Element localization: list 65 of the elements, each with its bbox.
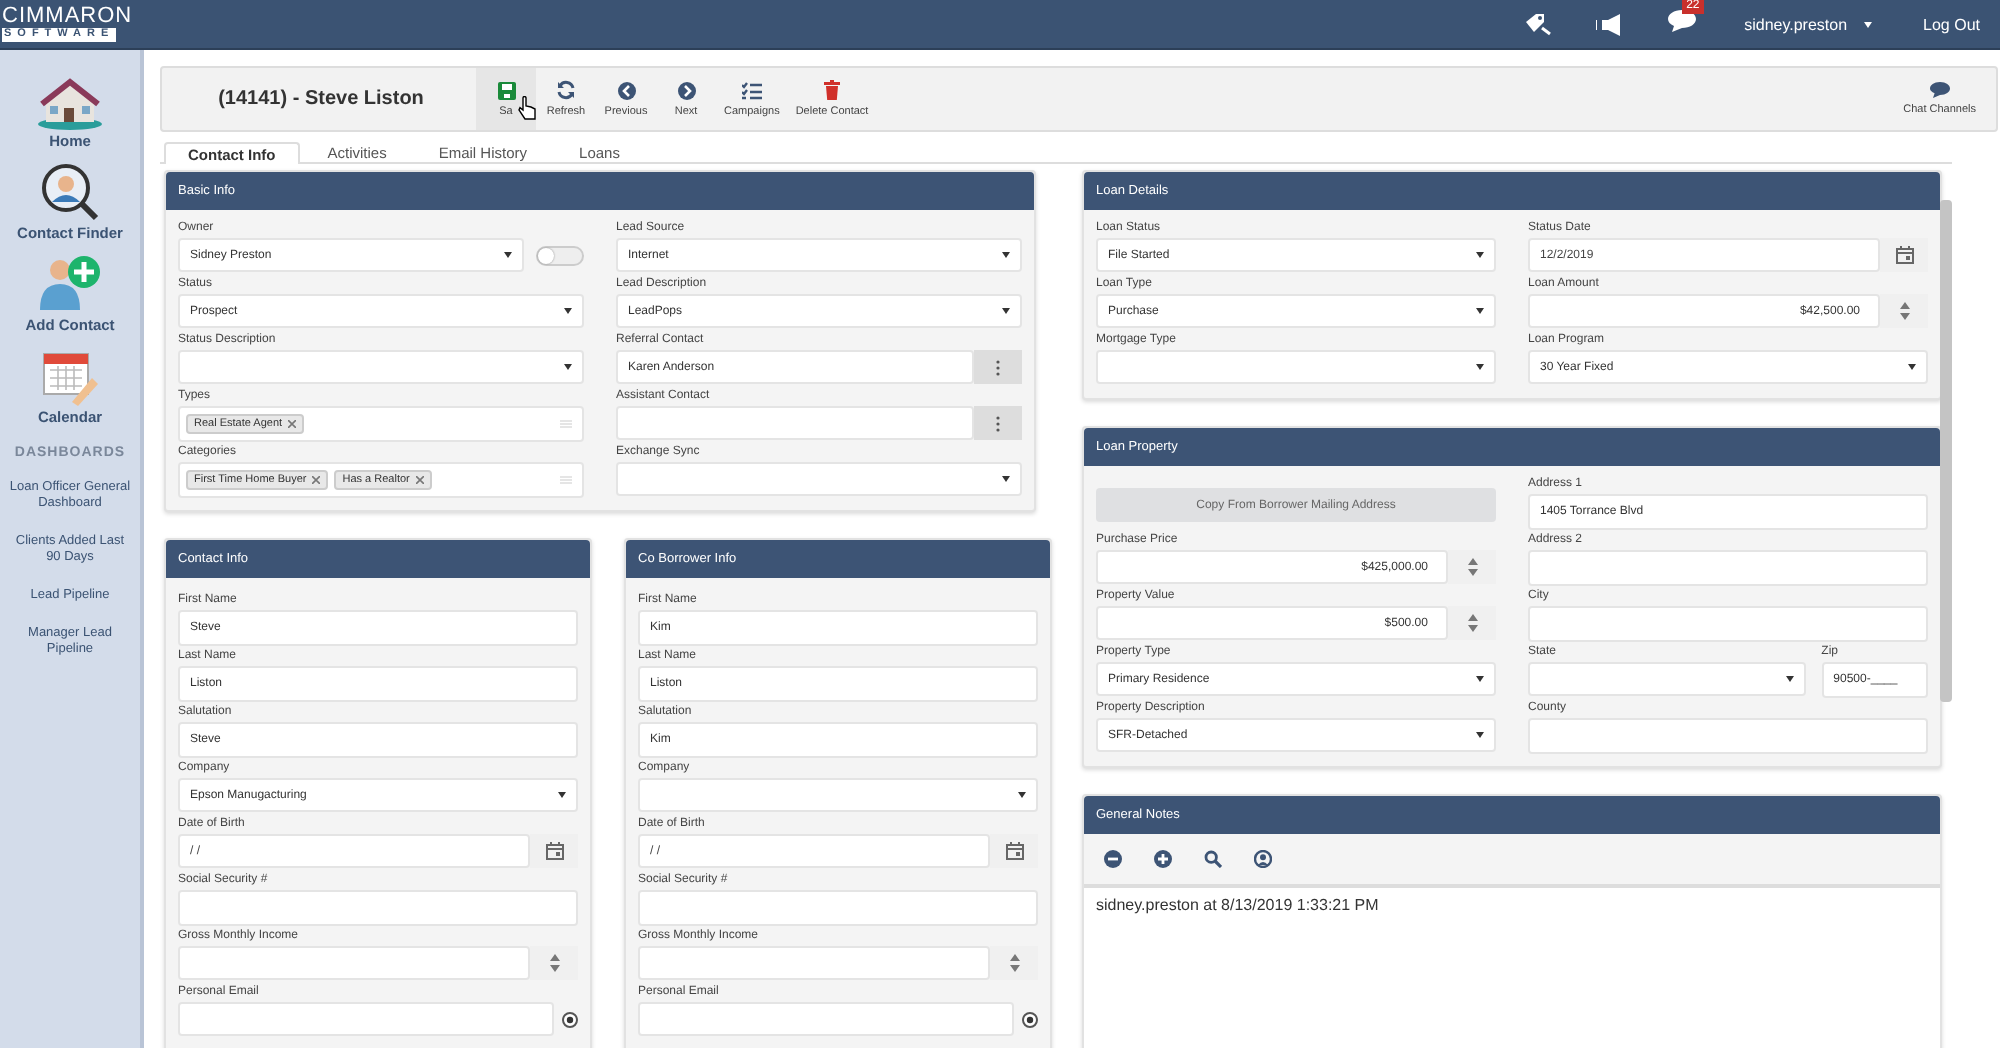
caret-icon [1018,792,1026,798]
contact-title: (14141) - Steve Liston [216,88,426,110]
remove-icon[interactable] [312,476,321,484]
caret-icon [1476,676,1484,682]
text-field[interactable] [1528,606,1928,642]
hand-cursor-icon [518,96,536,120]
text-field[interactable] [1528,550,1928,586]
caret-icon [1476,732,1484,738]
house-icon [36,78,104,130]
note-tool-button[interactable] [1104,850,1122,868]
note-entry: sidney.preston at 8/13/2019 1:33:21 PM [1084,886,1940,1048]
add-person-icon [36,254,104,314]
chat-icon [1929,82,1950,98]
spinner-icon[interactable] [1880,294,1928,328]
text-field[interactable] [616,406,974,440]
email-field[interactable] [178,1002,554,1036]
right-arrow-icon [677,81,695,99]
checklist-icon [741,81,762,99]
caret-icon [504,252,512,258]
user-icon [1254,850,1272,868]
minus-icon [1104,850,1122,868]
calendar-icon[interactable] [990,834,1038,868]
caret-icon [1002,476,1010,482]
circle-icon[interactable] [562,1011,578,1027]
left-arrow-icon [617,81,635,99]
toggle-switch[interactable] [536,245,584,265]
caret-icon [558,792,566,798]
refresh-icon [556,80,576,100]
caret-icon [1785,676,1794,682]
megaphone-icon[interactable] [1596,13,1625,35]
search-icon [1204,850,1222,868]
calendar-icon[interactable] [1880,238,1928,272]
chat-icon[interactable] [1668,10,1697,32]
number-field[interactable] [178,946,530,980]
person-magnifier-icon [37,162,102,222]
calendar-icon[interactable] [530,834,578,868]
note-tool-button[interactable] [1204,850,1222,868]
number-field[interactable] [638,946,990,980]
text-field[interactable] [638,890,1038,926]
caret-icon [1476,364,1484,370]
remove-icon[interactable] [288,420,297,428]
circle-icon[interactable] [1022,1011,1038,1027]
save-icon [497,81,515,99]
tag-icon[interactable] [1524,12,1553,36]
spinner-icon[interactable] [1448,606,1496,640]
email-field[interactable] [638,1002,1014,1036]
logout-link[interactable]: Log Out [1923,15,1980,33]
trash-icon [824,80,841,100]
text-field[interactable] [1528,718,1928,754]
text-field[interactable] [178,890,578,926]
note-tool-button[interactable] [1254,850,1272,868]
user-menu[interactable]: sidney.preston [1744,15,1872,33]
caret-icon [1908,364,1916,370]
spinner-icon[interactable] [1448,550,1496,584]
spinner-icon[interactable] [530,946,578,980]
caret-icon [1002,308,1010,314]
plus-icon [1154,850,1172,868]
caret-icon [1476,252,1484,258]
caret-icon [1476,308,1484,314]
caret-icon [1002,252,1010,258]
spinner-icon[interactable] [990,946,1038,980]
caret-icon [564,308,572,314]
caret-icon [564,364,572,370]
remove-icon[interactable] [415,476,424,484]
caret-icon [1863,21,1872,27]
